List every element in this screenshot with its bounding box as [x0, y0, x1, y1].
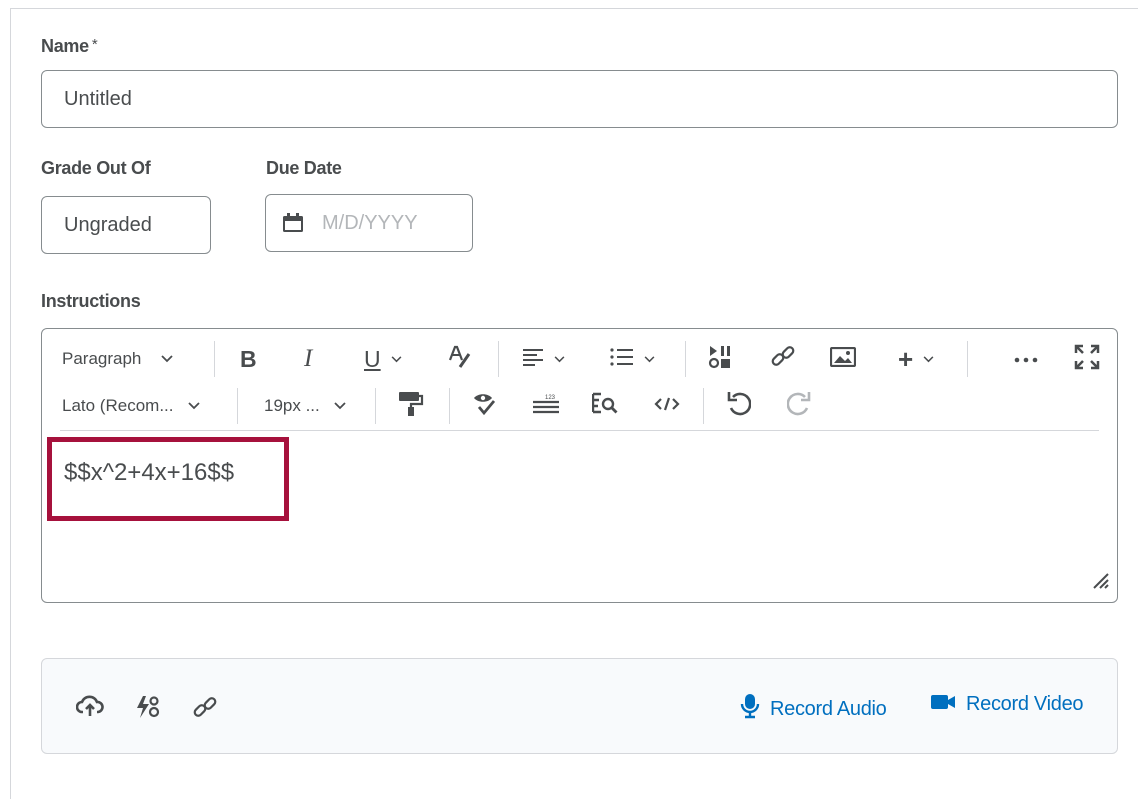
quicklink-button[interactable] [134, 695, 160, 724]
text-color-icon [448, 345, 474, 374]
more-icon [1014, 350, 1038, 368]
font-size-dropdown[interactable]: 19px ... [264, 396, 346, 416]
chevron-down-icon [923, 355, 934, 363]
name-label-text: Name [41, 36, 89, 56]
image-icon [829, 346, 857, 372]
align-icon [522, 348, 544, 371]
spellcheck-button[interactable] [472, 391, 498, 422]
toolbar-divider [60, 430, 1099, 431]
fullscreen-icon [1074, 344, 1100, 375]
required-marker: * [91, 36, 98, 53]
chevron-down-icon [554, 355, 565, 363]
record-video-button[interactable]: Record Video [930, 693, 1084, 716]
name-label: Name * [41, 36, 98, 57]
grade-label: Grade Out Of [41, 158, 151, 178]
record-video-label: Record Video [966, 693, 1084, 715]
calendar-icon[interactable] [282, 213, 304, 233]
name-input[interactable]: Untitled [41, 70, 1118, 128]
due-date-label: Due Date [266, 158, 342, 178]
attachments-bar: Record Audio Record Video [41, 658, 1118, 754]
insert-stuff-button[interactable] [708, 345, 732, 374]
link-icon [770, 344, 796, 375]
redo-button[interactable] [786, 391, 811, 422]
font-size-value: 19px ... [264, 396, 320, 415]
find-replace-icon [591, 392, 620, 421]
spellcheck-icon [472, 391, 498, 422]
list-icon [610, 347, 634, 371]
chevron-down-icon [161, 355, 174, 363]
quicklink-icon [134, 695, 160, 724]
italic-icon: I [304, 345, 313, 372]
redo-icon [786, 391, 811, 422]
find-replace-button[interactable] [591, 392, 620, 421]
bold-icon: B [240, 345, 257, 372]
word-count-icon: 123 [532, 393, 560, 420]
record-audio-label: Record Audio [770, 697, 887, 720]
block-format-dropdown[interactable]: Paragraph [62, 349, 174, 369]
undo-button[interactable] [727, 391, 752, 422]
microphone-icon [740, 693, 770, 725]
attach-link-icon [192, 695, 218, 726]
underline-icon: U [364, 345, 381, 372]
italic-button[interactable]: I [304, 345, 312, 373]
chevron-down-icon [334, 402, 346, 410]
text-color-button[interactable] [448, 345, 474, 374]
insert-more-button[interactable]: + [898, 344, 934, 375]
chevron-down-icon [187, 402, 200, 410]
upload-button[interactable] [75, 695, 104, 722]
due-date-input[interactable]: M/D/YYYY [265, 194, 473, 252]
font-family-value: Lato (Recom... [62, 396, 174, 415]
toolbar-row-2: Lato (Recom... 19px ... 123 [42, 386, 1117, 426]
grade-input[interactable]: Ungraded [41, 196, 211, 254]
list-button[interactable] [610, 347, 655, 371]
word-count-button[interactable]: 123 [532, 393, 560, 420]
format-painter-button[interactable] [398, 391, 424, 422]
chevron-down-icon [391, 355, 402, 363]
plus-icon: + [898, 343, 914, 374]
underline-button[interactable]: U [364, 346, 402, 373]
image-button[interactable] [829, 346, 857, 372]
insert-stuff-icon [708, 345, 732, 374]
link-button[interactable] [770, 344, 796, 375]
bold-button[interactable]: B [240, 346, 257, 373]
chevron-down-icon [644, 355, 655, 363]
upload-icon [75, 695, 104, 722]
record-audio-button[interactable]: Record Audio [740, 693, 887, 725]
toolbar-row-1: Paragraph B I U + [42, 339, 1117, 379]
instructions-label: Instructions [41, 291, 141, 311]
name-input-value: Untitled [64, 87, 132, 110]
source-code-button[interactable] [654, 397, 680, 416]
attach-link-button[interactable] [192, 695, 218, 726]
grade-input-value: Ungraded [64, 213, 152, 236]
fullscreen-button[interactable] [1074, 344, 1100, 375]
source-code-icon [654, 397, 680, 416]
align-button[interactable] [522, 348, 565, 371]
format-painter-icon [398, 391, 424, 422]
due-date-placeholder: M/D/YYYY [322, 211, 418, 234]
highlight-box [47, 437, 289, 521]
undo-icon [727, 391, 752, 422]
font-family-dropdown[interactable]: Lato (Recom... [62, 396, 200, 416]
more-button[interactable] [1014, 350, 1038, 368]
block-format-value: Paragraph [62, 349, 142, 368]
video-camera-icon [930, 693, 966, 716]
svg-text:123: 123 [545, 395, 556, 401]
resize-handle[interactable] [1091, 571, 1109, 594]
